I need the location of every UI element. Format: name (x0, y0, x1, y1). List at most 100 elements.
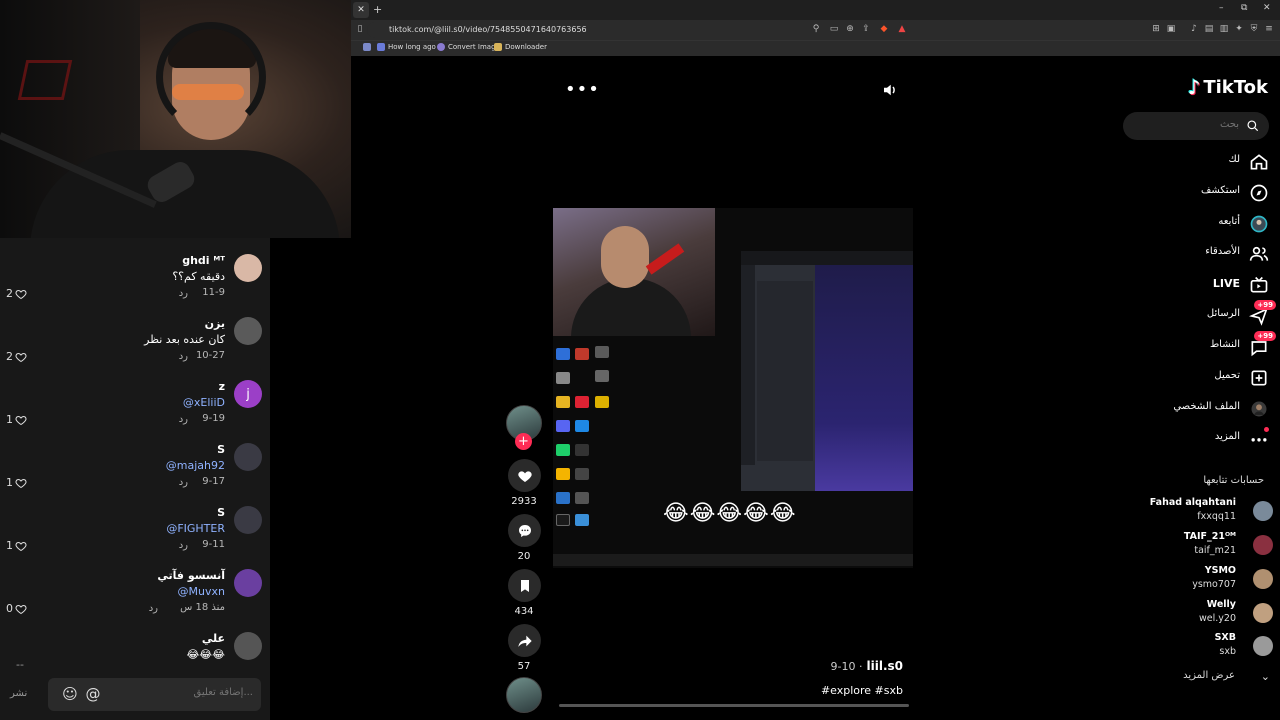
save-count: 434 (514, 606, 534, 617)
reply-button[interactable]: رد (179, 540, 188, 551)
comment-avatar[interactable] (234, 254, 262, 282)
nav-more[interactable]: المزيد (1111, 427, 1280, 451)
ai-icon[interactable]: ✦ (1234, 24, 1244, 34)
comment-avatar[interactable] (234, 632, 262, 660)
search-input[interactable] (1139, 119, 1239, 130)
mention-icon[interactable]: @ (85, 686, 101, 702)
comment-like[interactable]: 1 (6, 476, 27, 489)
share-icon[interactable]: ⇪ (861, 24, 871, 34)
reply-button[interactable]: رد (179, 477, 188, 488)
share-button[interactable] (508, 624, 541, 657)
music-icon[interactable]: ♪ (1189, 24, 1199, 34)
reply-button[interactable]: رد (179, 351, 188, 362)
emoji-icon[interactable]: ☺ (62, 686, 78, 702)
nav-activity[interactable]: النشاط +99 (1111, 331, 1280, 359)
reply-button[interactable]: رد (179, 414, 188, 425)
comment-author[interactable]: آنسسو فآتي (157, 569, 225, 582)
comment-like[interactable]: 0 (6, 602, 27, 615)
bookmark-favicon-icon (377, 43, 385, 51)
maximize-button[interactable]: ⧉ (1241, 3, 1247, 13)
comment-author[interactable]: ghdi ᴹᵀ (182, 254, 225, 267)
nav-messages[interactable]: الرسائل +99 (1111, 300, 1280, 328)
close-window-button[interactable]: ✕ (1263, 3, 1271, 13)
menu-icon[interactable]: ≡ (1264, 24, 1274, 34)
comment-author[interactable]: يزن (205, 317, 225, 330)
comment-mention[interactable]: @FIGHTER (166, 522, 225, 535)
comment-avatar[interactable] (234, 317, 262, 345)
comment-author[interactable]: علي (202, 632, 225, 645)
comment-like[interactable]: 1 (6, 413, 27, 426)
video-caption[interactable]: #explore #sxb (821, 684, 903, 697)
comment-author[interactable]: z (219, 380, 225, 393)
comment-mention[interactable]: @majah92 (166, 459, 225, 472)
screenshot-icon[interactable]: ▣ (1166, 24, 1176, 34)
reply-button[interactable]: رد (179, 288, 188, 299)
reader-icon[interactable]: ▥ (1219, 24, 1229, 34)
comment-avatar[interactable] (234, 506, 262, 534)
comment-like[interactable]: 1 (6, 539, 27, 552)
nav-following[interactable]: أتابعه (1111, 212, 1280, 236)
nav-for-you[interactable]: لك (1111, 150, 1280, 174)
nav-label: الأصدقاء (1205, 246, 1240, 257)
comment-author[interactable]: S (217, 506, 225, 519)
comment-mention[interactable]: @xEliiD (183, 396, 225, 409)
sound-disc-avatar[interactable] (506, 677, 542, 713)
comment-like[interactable]: 2 (6, 350, 27, 363)
comment-input-bar[interactable]: @ ☺ (48, 678, 261, 711)
extensions-icon[interactable]: ⊞ (1151, 24, 1161, 34)
like-button[interactable] (508, 459, 541, 492)
account-handle: sxb (1219, 646, 1236, 657)
sidebar-toggle-icon[interactable]: ▤ (1204, 24, 1214, 34)
comment-input[interactable] (133, 687, 253, 698)
close-tab-icon[interactable]: ✕ (353, 2, 369, 18)
search-icon[interactable] (1246, 119, 1260, 133)
nav-explore[interactable]: استكشف (1111, 181, 1280, 205)
bookmark-item[interactable]: Convert Image (437, 43, 500, 51)
nav-friends[interactable]: الأصدقاء (1111, 242, 1280, 266)
comment-button[interactable] (508, 514, 541, 547)
vpn-icon[interactable]: ⛨ (1249, 24, 1259, 34)
url-text[interactable]: tiktok.com/@liil.s0/video/75485504716407… (389, 25, 587, 34)
volume-icon[interactable] (881, 81, 899, 99)
brave-shield-icon[interactable]: ◆ (879, 24, 889, 34)
search-box[interactable] (1123, 112, 1269, 140)
following-account[interactable]: YSMO ysmo707 (1111, 564, 1280, 594)
heart-icon (517, 470, 532, 482)
comment-author[interactable]: S (217, 443, 225, 456)
bookmark-icon[interactable]: ▯ (355, 24, 365, 34)
comment-avatar[interactable] (234, 569, 262, 597)
bookmark-item[interactable]: How long ago (377, 43, 436, 51)
tiktok-logo[interactable]: ♪ TikTok (1188, 75, 1268, 99)
bookmark-item[interactable] (363, 43, 371, 51)
save-button[interactable] (508, 569, 541, 602)
nav-profile[interactable]: الملف الشخصي (1111, 397, 1280, 421)
bookmark-item[interactable]: Downloader (494, 43, 547, 51)
comment-avatar[interactable]: j (234, 380, 262, 408)
video-player[interactable]: ••• 😂😂😂😂😂 9-10 · liil.s0 #explore #sxb (553, 57, 913, 707)
post-comment-button[interactable]: نشر (10, 688, 27, 699)
following-account[interactable]: SXB sxb (1111, 631, 1280, 661)
more-options-icon[interactable]: ••• (565, 79, 600, 100)
cast-icon[interactable]: ▭ (829, 24, 839, 34)
video-progress-bar[interactable] (559, 704, 909, 707)
video-author[interactable]: 9-10 · liil.s0 (831, 659, 903, 673)
translate-icon[interactable]: ⚲ (811, 24, 821, 34)
comment-like[interactable]: 2 (6, 287, 27, 300)
zoom-icon[interactable]: ⊕ (845, 24, 855, 34)
url-field[interactable]: tiktok.com/@liil.s0/video/75485504716407… (367, 22, 907, 38)
following-account[interactable]: Fahad alqahtani fxxqq11 (1111, 496, 1280, 526)
following-account[interactable]: TAIF_21ᴼᴹ taif_m21 (1111, 530, 1280, 560)
new-tab-button[interactable]: + (373, 2, 382, 18)
video-author-name[interactable]: liil.s0 (866, 659, 903, 673)
see-more-button[interactable]: عرض المزيد ⌄ (1111, 668, 1280, 686)
comment-mention[interactable]: @Muvxn (178, 585, 225, 598)
reply-button[interactable]: رد (149, 603, 158, 614)
nav-upload[interactable]: تحميل (1111, 366, 1280, 390)
share-arrow-icon (517, 635, 532, 647)
nav-live[interactable]: LIVE (1111, 273, 1280, 297)
follow-plus-icon[interactable]: + (515, 433, 532, 450)
following-account[interactable]: Welly wel.y20 (1111, 598, 1280, 628)
minimize-button[interactable]: – (1219, 3, 1224, 13)
rewards-icon[interactable]: ▲ (897, 24, 907, 34)
comment-avatar[interactable] (234, 443, 262, 471)
